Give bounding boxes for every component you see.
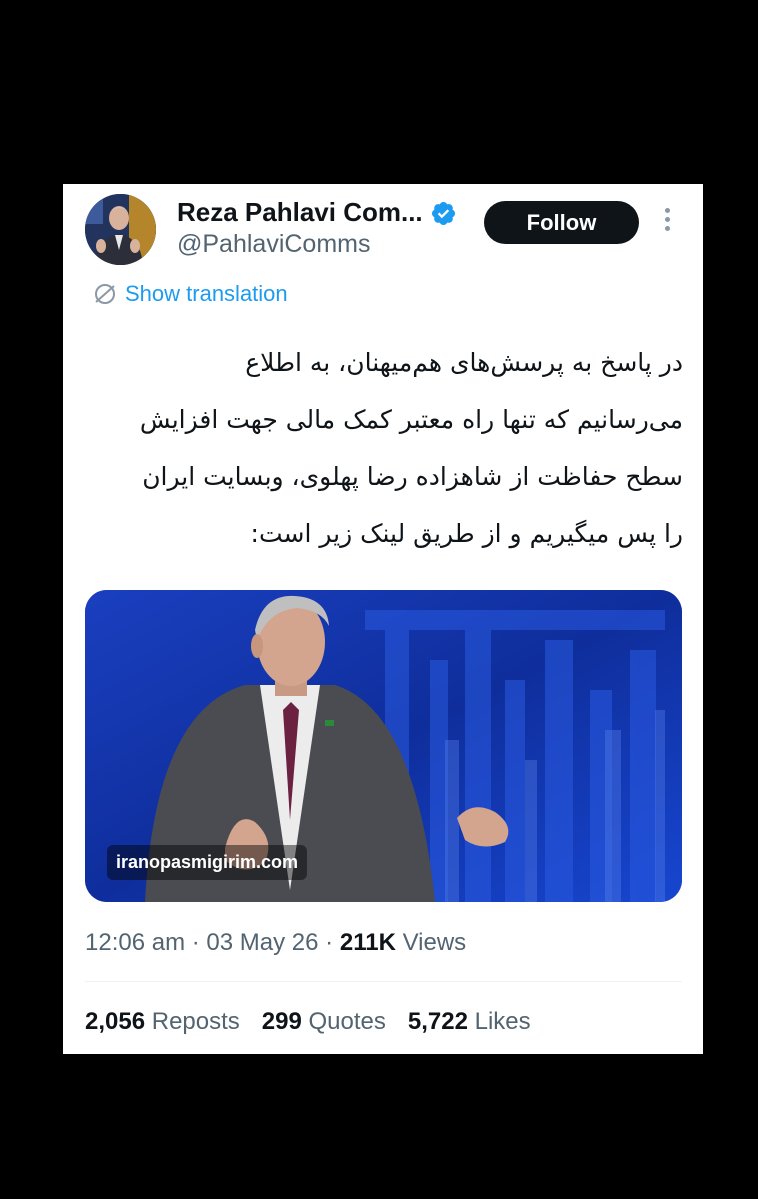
tweet-date[interactable]: 03 May 26	[206, 929, 318, 956]
tweet-stats: 2,056 Reposts 299 Quotes 5,722 Likes	[85, 1008, 553, 1036]
follow-button[interactable]: Follow	[484, 201, 639, 244]
avatar[interactable]	[85, 194, 156, 265]
likes-label: Likes	[474, 1008, 531, 1035]
tweet-text: در پاسخ به پرسش‌های هم‌میهنان، به اطلاع …	[85, 334, 683, 562]
quotes-label: Quotes	[308, 1008, 386, 1035]
avatar-photo	[85, 194, 156, 265]
more-vertical-icon[interactable]	[659, 208, 675, 238]
separator: ·	[325, 929, 334, 956]
reposts-label: Reposts	[151, 1008, 240, 1035]
tweet-time[interactable]: 12:06 am	[85, 929, 185, 956]
separator: ·	[191, 929, 200, 956]
reposts-stat[interactable]: 2,056 Reposts	[85, 1008, 240, 1036]
likes-count: 5,722	[407, 1008, 468, 1035]
likes-stat[interactable]: 5,722 Likes	[408, 1008, 531, 1036]
tweet-meta: 12:06 am · 03 May 26 · 211K Views	[85, 929, 466, 957]
views-label: Views	[402, 929, 467, 956]
tweet-line: را پس میگیریم و از طریق لینک زیر است:	[250, 519, 683, 548]
verified-badge-icon	[431, 201, 456, 226]
reposts-count: 2,056	[85, 1008, 146, 1035]
show-translation-link[interactable]: Show translation	[93, 281, 288, 307]
author-handle[interactable]: @PahlaviComms	[177, 230, 370, 259]
tweet-card: Reza Pahlavi Com... @PahlaviComms Follow…	[63, 184, 703, 1054]
divider	[85, 981, 682, 982]
tweet-line: سطح حفاظت از شاهزاده رضا پهلوی، وبسایت ا…	[142, 462, 683, 491]
views-count: 211K	[339, 929, 396, 956]
tweet-media-image[interactable]: iranopasmigirim.com	[85, 590, 682, 902]
media-link-label: iranopasmigirim.com	[107, 845, 308, 880]
show-translation-label: Show translation	[125, 281, 288, 306]
globe-translate-icon	[95, 284, 115, 304]
tweet-line: در پاسخ به پرسش‌های هم‌میهنان، به اطلاع	[245, 348, 683, 377]
quotes-count: 299	[261, 1008, 302, 1035]
quotes-stat[interactable]: 299 Quotes	[262, 1008, 386, 1036]
tweet-line: می‌رسانیم که تنها راه معتبر کمک مالی جهت…	[139, 405, 683, 434]
author-name[interactable]: Reza Pahlavi Com...	[177, 197, 423, 228]
